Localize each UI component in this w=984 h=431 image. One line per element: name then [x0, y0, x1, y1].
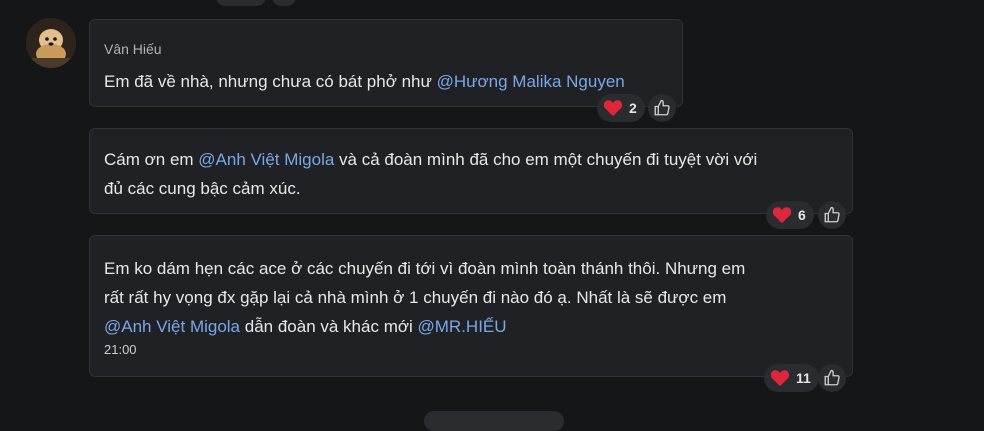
message-bubble: Cám ơn em @Anh Việt Migola và cả đoàn mì… [89, 128, 853, 214]
message-line: rất rất hy vọng đx gặp lại cả nhà mình ở… [104, 283, 745, 312]
message-text-segment: và cả đoàn mình đã cho em một chuyến đi … [334, 150, 758, 169]
message-line: Em ko dám hẹn các ace ở các chuyến đi tớ… [104, 254, 745, 283]
sender-name[interactable]: Vân Hiếu [104, 41, 162, 57]
message-text-segment: Cám ơn em [104, 150, 199, 169]
like-button[interactable] [818, 201, 846, 229]
message-line: @Anh Việt Migola dẫn đoàn và khác mới @M… [104, 312, 745, 341]
heart-reaction[interactable]: 11 [764, 364, 819, 392]
thumbs-up-icon [824, 369, 840, 386]
message-text-segment: dẫn đoàn và khác mới [240, 317, 418, 336]
heart-icon [772, 207, 792, 224]
reaction-pill-partial[interactable] [216, 0, 266, 6]
mention-link[interactable]: @Hương Malika Nguyen [437, 72, 625, 91]
avatar[interactable] [26, 18, 76, 68]
reaction-count: 2 [629, 100, 637, 116]
mention-link[interactable]: @Anh Việt Migola [104, 317, 240, 336]
message-timestamp: 21:00 [104, 342, 137, 357]
message-line: đủ các cung bậc cảm xúc. [104, 174, 757, 203]
message-text-segment: Em đã về nhà, nhưng chưa có bát phở như [104, 72, 437, 91]
heart-reaction[interactable]: 6 [766, 201, 814, 229]
message-text: Em ko dám hẹn các ace ở các chuyến đi tớ… [104, 254, 745, 341]
like-button[interactable] [818, 364, 846, 392]
message-bubble: Em ko dám hẹn các ace ở các chuyến đi tớ… [89, 235, 853, 377]
message-text-segment: Em ko dám hẹn các ace ở các chuyến đi tớ… [104, 259, 746, 278]
message-bubble: Vân Hiếu Em đã về nhà, nhưng chưa có bát… [89, 19, 683, 107]
message-line: Cám ơn em @Anh Việt Migola và cả đoàn mì… [104, 145, 757, 174]
message-text: Em đã về nhà, nhưng chưa có bát phở như … [104, 67, 625, 96]
message-line: Em đã về nhà, nhưng chưa có bát phở như … [104, 67, 625, 96]
message-text: Cám ơn em @Anh Việt Migola và cả đoàn mì… [104, 145, 757, 203]
message-text-segment: đủ các cung bậc cảm xúc. [104, 179, 301, 198]
mention-link[interactable]: @MR.HIẾU [418, 317, 507, 336]
mention-link[interactable]: @Anh Việt Migola [198, 150, 334, 169]
reaction-count: 6 [798, 207, 806, 223]
like-button-partial[interactable] [272, 0, 296, 6]
message-text-segment: rất rất hy vọng đx gặp lại cả nhà mình ở… [104, 288, 727, 307]
scroll-indicator[interactable] [424, 411, 564, 431]
thumbs-up-icon [824, 206, 840, 223]
thumbs-up-icon [654, 99, 670, 116]
like-button[interactable] [648, 94, 676, 122]
heart-reaction[interactable]: 2 [597, 94, 645, 122]
heart-icon [770, 370, 790, 387]
heart-icon [603, 100, 623, 117]
reaction-count: 11 [796, 370, 811, 386]
